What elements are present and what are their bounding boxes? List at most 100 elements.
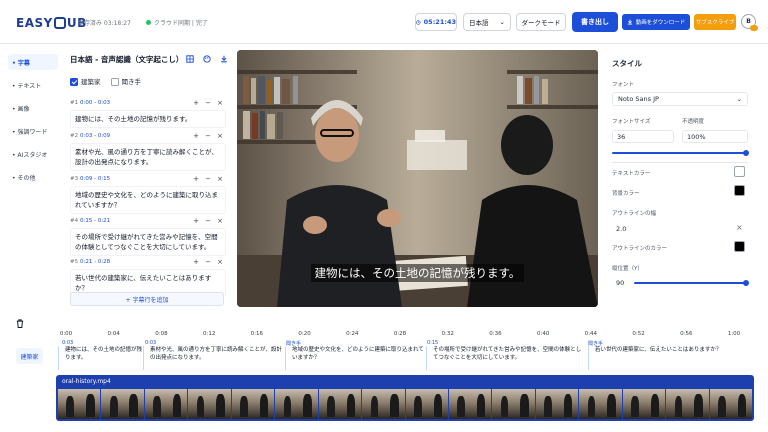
entry-number: #4 [70,218,79,224]
font-select-value: Noto Sans JP [618,95,659,103]
ruler-tick-label: 0:44 [584,331,598,337]
text-color-swatch[interactable] [734,166,745,177]
panel-title: 日本語 - 音声認識（文字起こし） [70,55,184,64]
download-video-button[interactable]: 動画をダウンロード [622,14,690,30]
entry-number: #1 [70,100,79,106]
dark-mode-button[interactable]: ダークモード [516,13,566,31]
timeline-segment[interactable]: 若い世代の建築家に、伝えたいことはありますか？ [588,346,738,370]
close-icon[interactable]: × [736,223,743,232]
timeline-segment[interactable]: その場所で受け継がれてきた営みや記憶を、空間の体験としてつなぐことを大切にしてい… [426,346,586,370]
speaker-checkbox-architect[interactable]: 建築家 [70,76,101,86]
export-button[interactable]: 書き出し [572,12,618,32]
sync-ok-icon [146,20,151,25]
top-bar: EASY UB 保存済み 03:18:27 クラウド同期 | 完了 05:21:4… [0,0,768,44]
nav-item-other[interactable]: • その他 [8,169,58,185]
minus-icon[interactable]: − [202,99,214,107]
download-icon[interactable] [220,55,228,63]
nav-item-subtitles[interactable]: • 字幕 [8,54,58,70]
clip-thumbnail [318,389,362,419]
video-clip-track[interactable]: oral-history.mp4 [56,375,754,421]
close-icon[interactable]: × [214,217,226,225]
close-icon[interactable]: × [214,132,226,140]
avatar[interactable]: B [741,14,758,31]
add-icon[interactable]: + [190,217,202,225]
ruler-tick-label: 0:56 [680,331,693,337]
entry-text[interactable]: 地域の歴史や文化を、どのように建築に取り込まれていますか？ [70,186,226,214]
timeline-segment[interactable]: 建物には、その土地の記憶が残ります。 [58,346,142,370]
entry-text[interactable]: その場所で受け継がれてきた営みや記憶を、空間の体験としてつなぐことを大切にしてい… [70,228,226,256]
entry-text[interactable]: 建物には、その土地の記憶が残ります。 [70,110,226,128]
outline-color-swatch[interactable] [734,241,745,252]
clip-thumbnail [709,389,752,419]
clip-thumbnail [101,389,144,419]
grid-icon[interactable] [186,55,194,63]
ruler-tick-label: 0:36 [489,331,502,337]
add-icon[interactable]: + [190,99,202,107]
add-subtitle-row-button[interactable]: + 字幕行を追加 [70,292,224,306]
trash-icon[interactable] [16,319,24,328]
clip-thumbnail [448,389,492,419]
outline-width-value[interactable]: 2.0 [616,225,626,233]
close-icon[interactable]: × [214,99,226,107]
track-speaker-label[interactable]: 建築家 [16,348,43,364]
minus-icon[interactable]: − [202,217,214,225]
close-icon[interactable]: × [214,258,226,266]
entry-time-range[interactable]: 0:21 - 0:28 [80,259,190,265]
entry-time-range[interactable]: 0:03 - 0:09 [80,133,190,139]
ruler-tick-label: 0:52 [632,331,645,337]
add-icon[interactable]: + [190,175,202,183]
minus-icon[interactable]: − [202,175,214,183]
entry-time-range[interactable]: 0:15 - 0:21 [80,218,190,224]
close-icon[interactable]: × [214,175,226,183]
time-ruler[interactable]: 0:00 0:04 0:08 0:12 0:16 0:20 0:24 0:28 0:32 0:36… [60,331,740,341]
bg-color-swatch[interactable] [734,185,745,196]
opacity-input[interactable]: 100% [682,130,748,143]
clock-icon [416,19,421,25]
vertical-position-slider-track[interactable] [634,282,746,284]
logo-text-left: EASY [16,16,53,30]
download-icon [627,19,632,25]
time-remaining-button[interactable]: 05:21:43 [415,13,457,31]
opacity-slider-knob[interactable] [743,150,749,156]
minus-icon[interactable]: − [202,132,214,140]
opacity-slider-track[interactable] [612,152,745,154]
vertical-position-value[interactable]: 90 [616,279,624,287]
ruler-tick-label: 0:12 [202,331,216,337]
speaker-label: 建築家 [81,78,101,86]
clip-thumbnail [231,389,275,419]
ruler-tick-label: 0:16 [250,331,264,337]
palette-icon[interactable] [203,55,211,63]
timeline-segment[interactable]: 地域の歴史や文化を、どのように建築に取り込まれていますか？ [285,346,425,370]
timeline-segment[interactable]: 素材や光、風の通り方を丁寧に読み解くことが、設計の出発点になります。 [143,346,283,370]
add-icon[interactable]: + [190,132,202,140]
entry-time-range[interactable]: 0:09 - 0:15 [80,176,190,182]
timeline: 0:00 0:04 0:08 0:12 0:16 0:20 0:24 0:28 0:32 0:36… [0,318,768,432]
vertical-position-slider-knob[interactable] [743,280,749,286]
nav-item-ai-studio[interactable]: • AIスタジオ [8,146,58,162]
style-panel: スタイル フォント Noto Sans JP ⌄ フォントサイズ 不透明度 36 … [612,54,760,294]
add-icon[interactable]: + [190,258,202,266]
nav-item-text[interactable]: • テキスト [8,77,58,93]
entry-number: #2 [70,133,79,139]
nav-item-emphasis-words[interactable]: • 強調ワード [8,123,58,139]
entry-text[interactable]: 素材や光、風の通り方を丁寧に読み解くことが、設計の出発点になります。 [70,143,226,171]
minus-icon[interactable]: − [202,258,214,266]
timer-text: 05:21:43 [423,18,456,26]
video-preview[interactable]: 建物には、その土地の記憶が残ります。 [237,50,598,307]
font-size-input[interactable]: 36 [612,130,674,143]
ruler-tick-label: 0:32 [441,331,454,337]
clip-thumbnail [535,389,579,419]
ruler-tick-label: 0:20 [298,331,311,337]
opacity-label: 不透明度 [682,119,705,125]
font-select[interactable]: Noto Sans JP ⌄ [612,92,748,106]
checkbox-empty-icon [110,78,119,86]
speaker-checkbox-interviewer[interactable]: 聞き手 [110,76,141,86]
speaker-filter: 建築家 聞き手 [70,76,141,86]
language-select[interactable]: 日本語 ⌄ [463,13,511,31]
nav-item-image[interactable]: • 画像 [8,100,58,116]
app-logo[interactable]: EASY UB [16,16,87,30]
font-size-label: フォントサイズ [612,119,651,125]
logo-mark-icon [53,17,66,29]
entry-time-range[interactable]: 0:00 - 0:03 [80,100,190,106]
subscribe-button[interactable]: サブスクライブ [694,14,736,30]
